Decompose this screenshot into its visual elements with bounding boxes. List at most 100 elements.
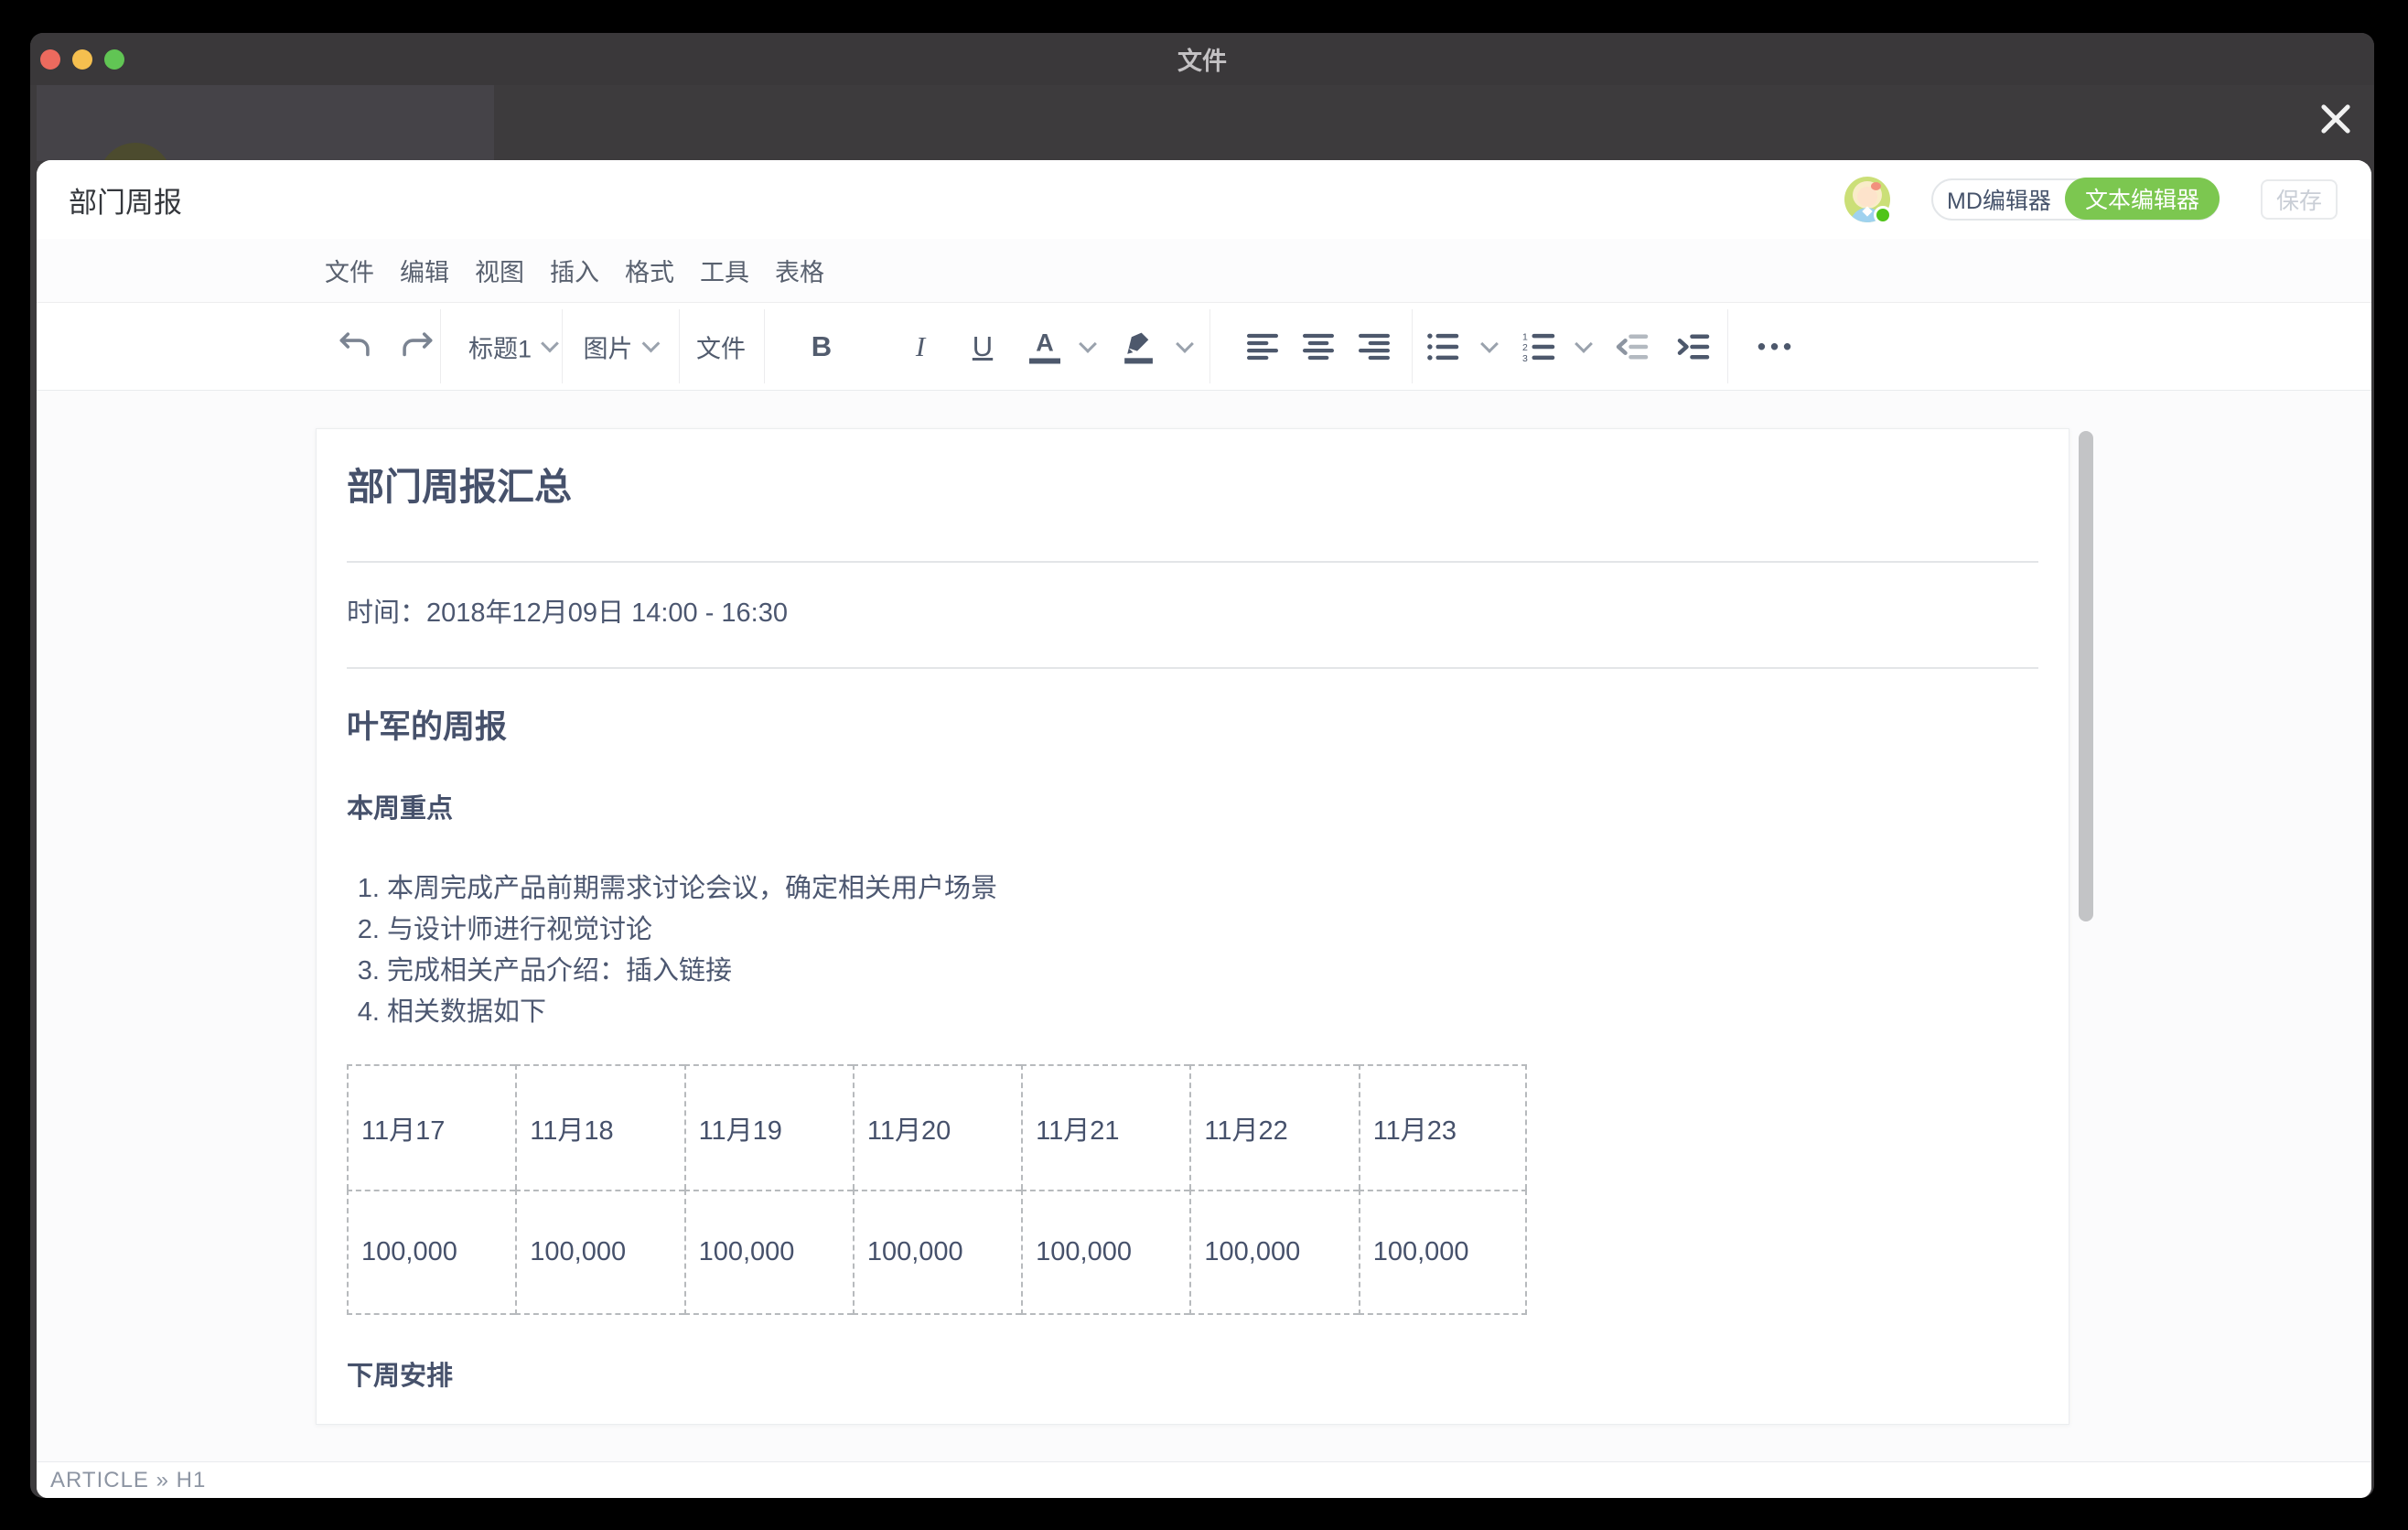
window-titlebar: 文件 bbox=[30, 33, 2374, 85]
text-editor-tab[interactable]: 文本编辑器 bbox=[2065, 178, 2220, 220]
redo-button[interactable] bbox=[400, 331, 435, 362]
indent-button[interactable] bbox=[1677, 332, 1710, 361]
doc-heading-2[interactable]: 叶军的周报 bbox=[347, 706, 2038, 749]
doc-heading-1[interactable]: 部门周报汇总 bbox=[347, 462, 2038, 512]
user-avatar[interactable] bbox=[1844, 177, 1890, 222]
zoom-traffic-light[interactable] bbox=[104, 49, 124, 70]
table-cell-date[interactable]: 11月18 bbox=[515, 1064, 683, 1190]
doc-heading-3-next[interactable]: 下周安排 bbox=[347, 1357, 2038, 1395]
more-tools-button[interactable]: ••• bbox=[1758, 332, 1796, 361]
table-cell-value[interactable]: 100,000 bbox=[1021, 1190, 1189, 1315]
heading-style-dropdown[interactable]: 标题1 bbox=[468, 329, 556, 364]
horizontal-rule bbox=[347, 561, 2038, 563]
document-page[interactable]: 部门周报汇总 时间：2018年12月09日 14:00 - 16:30 叶军的周… bbox=[316, 428, 2069, 1425]
element-path-breadcrumb: ARTICLE » H1 bbox=[50, 1468, 206, 1493]
doc-heading-3-focus[interactable]: 本周重点 bbox=[347, 790, 2038, 828]
editor-mode-toggle: MD编辑器 文本编辑器 bbox=[1931, 178, 2220, 221]
menu-item[interactable]: 工具 bbox=[700, 253, 749, 288]
background-app-panel bbox=[37, 85, 494, 161]
outdent-button[interactable] bbox=[1616, 332, 1649, 361]
window-title: 文件 bbox=[1177, 41, 1227, 77]
table-cell-date[interactable]: 11月19 bbox=[684, 1064, 853, 1190]
doc-list-item[interactable]: 本周完成产品前期需求讨论会议，确定相关用户场景 bbox=[387, 868, 2038, 910]
font-color-button[interactable]: A bbox=[1029, 329, 1060, 363]
outdent-icon bbox=[1616, 332, 1649, 361]
svg-text:2: 2 bbox=[1522, 342, 1528, 353]
underline-button[interactable]: U bbox=[973, 330, 993, 363]
menu-item[interactable]: 编辑 bbox=[400, 253, 449, 288]
close-traffic-light[interactable] bbox=[40, 49, 60, 70]
toolbar-separator bbox=[1727, 309, 1728, 383]
table-cell-value[interactable]: 100,000 bbox=[1189, 1190, 1358, 1315]
numbered-list-icon: 1 2 3 bbox=[1522, 332, 1555, 361]
insert-image-dropdown[interactable]: 图片 bbox=[584, 329, 658, 364]
table-cell-date[interactable]: 11月17 bbox=[347, 1064, 515, 1190]
chevron-down-icon bbox=[1176, 335, 1194, 353]
doc-time-line[interactable]: 时间：2018年12月09日 14:00 - 16:30 bbox=[347, 594, 2038, 632]
menu-item[interactable]: 格式 bbox=[625, 253, 674, 288]
document-title: 部门周报 bbox=[69, 179, 182, 221]
font-color-icon: A bbox=[1029, 329, 1060, 363]
insert-file-button[interactable]: 文件 bbox=[696, 329, 746, 364]
align-right-button[interactable] bbox=[1359, 333, 1390, 361]
numbered-list-dropdown[interactable] bbox=[1577, 343, 1590, 350]
bullet-list-button[interactable] bbox=[1426, 332, 1459, 361]
align-left-button[interactable] bbox=[1247, 333, 1278, 361]
align-right-icon bbox=[1359, 333, 1390, 361]
font-color-dropdown[interactable] bbox=[1081, 343, 1094, 350]
table-cell-value[interactable]: 100,000 bbox=[1359, 1190, 1527, 1315]
close-icon[interactable] bbox=[2314, 97, 2358, 141]
svg-text:3: 3 bbox=[1522, 353, 1528, 361]
doc-list-item[interactable]: 相关数据如下 bbox=[387, 992, 2038, 1033]
menu-item[interactable]: 文件 bbox=[325, 253, 374, 288]
bullet-list-icon bbox=[1426, 332, 1459, 361]
table-cell-value[interactable]: 100,000 bbox=[515, 1190, 683, 1315]
toolbar-separator bbox=[1412, 309, 1413, 383]
chevron-down-icon bbox=[1079, 335, 1097, 353]
editor-modal: 部门周报 MD编辑器 文本编辑器 保存 文件编辑视图插入格式工 bbox=[37, 160, 2371, 1498]
md-editor-tab[interactable]: MD编辑器 bbox=[1933, 183, 2065, 216]
chevron-down-icon bbox=[642, 335, 661, 353]
undo-button[interactable] bbox=[338, 331, 372, 362]
menu-item[interactable]: 视图 bbox=[475, 253, 524, 288]
doc-list-item[interactable]: 与设计师进行视觉讨论 bbox=[387, 910, 2038, 951]
menu-item[interactable]: 表格 bbox=[775, 253, 824, 288]
ellipsis-icon: ••• bbox=[1758, 332, 1796, 361]
editor-header: 部门周报 MD编辑器 文本编辑器 保存 bbox=[37, 160, 2371, 239]
minimize-traffic-light[interactable] bbox=[72, 49, 92, 70]
bold-icon: B bbox=[812, 330, 832, 363]
bold-button[interactable]: B bbox=[812, 330, 832, 363]
table-cell-date[interactable]: 11月20 bbox=[853, 1064, 1021, 1190]
undo-icon bbox=[338, 331, 372, 362]
highlighter-icon bbox=[1119, 329, 1156, 365]
bullet-list-dropdown[interactable] bbox=[1483, 343, 1496, 350]
doc-numbered-list: 本周完成产品前期需求讨论会议，确定相关用户场景与设计师进行视觉讨论完成相关产品介… bbox=[347, 868, 2038, 1033]
table-cell-date[interactable]: 11月23 bbox=[1359, 1064, 1527, 1190]
scrollbar-thumb[interactable] bbox=[2079, 431, 2093, 921]
editor-content-area: 部门周报汇总 时间：2018年12月09日 14:00 - 16:30 叶军的周… bbox=[37, 391, 2371, 1461]
highlight-button[interactable] bbox=[1119, 329, 1156, 365]
toolbar-separator bbox=[562, 309, 563, 383]
highlight-dropdown[interactable] bbox=[1178, 343, 1191, 350]
toolbar: 标题1 图片 文件 B I bbox=[37, 302, 2371, 391]
svg-text:1: 1 bbox=[1522, 332, 1528, 342]
chevron-down-icon bbox=[1480, 335, 1499, 353]
macos-window: 文件 部门周报 MD编辑器 文本编辑器 bbox=[30, 33, 2374, 1498]
align-center-button[interactable] bbox=[1303, 333, 1334, 361]
table-cell-date[interactable]: 11月21 bbox=[1021, 1064, 1189, 1190]
italic-button[interactable]: I bbox=[916, 330, 925, 363]
chevron-down-icon bbox=[541, 335, 559, 353]
numbered-list-button[interactable]: 1 2 3 bbox=[1522, 332, 1555, 361]
table-cell-value[interactable]: 100,000 bbox=[684, 1190, 853, 1315]
table-cell-value[interactable]: 100,000 bbox=[347, 1190, 515, 1315]
table-cell-date[interactable]: 11月22 bbox=[1189, 1064, 1358, 1190]
table-cell-value[interactable]: 100,000 bbox=[853, 1190, 1021, 1315]
menu-item[interactable]: 插入 bbox=[550, 253, 599, 288]
doc-list-item[interactable]: 完成相关产品介绍：插入链接 bbox=[387, 951, 2038, 992]
toolbar-separator bbox=[1209, 309, 1210, 383]
screen: 文件 部门周报 MD编辑器 文本编辑器 bbox=[0, 0, 2408, 1530]
table-row-dates: 11月1711月1811月1911月2011月2111月2211月23 bbox=[347, 1064, 1527, 1190]
save-button[interactable]: 保存 bbox=[2261, 179, 2338, 220]
doc-table: 11月1711月1811月1911月2011月2111月2211月23 100,… bbox=[347, 1064, 1527, 1315]
toolbar-separator bbox=[679, 309, 680, 383]
